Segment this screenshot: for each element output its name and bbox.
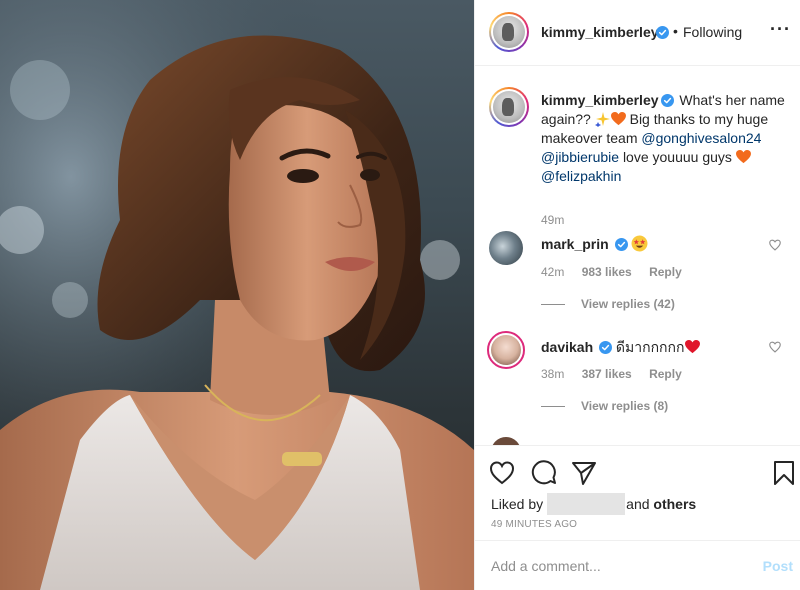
post-timestamp: 49 MINUTES AGO bbox=[491, 519, 578, 530]
commenter-avatar[interactable] bbox=[487, 331, 525, 369]
orange-heart-emoji-icon bbox=[610, 112, 626, 126]
star-struck-emoji-icon bbox=[632, 235, 648, 252]
like-heart-icon[interactable] bbox=[489, 460, 515, 486]
author-username[interactable]: kimmy_kimberley bbox=[541, 24, 659, 40]
replies-divider bbox=[541, 304, 565, 305]
others-link[interactable]: others bbox=[653, 496, 696, 512]
comment-bubble-icon[interactable] bbox=[531, 460, 557, 486]
commenter-avatar[interactable] bbox=[489, 231, 523, 265]
reply-button[interactable]: Reply bbox=[649, 367, 682, 381]
comment-meta: 38m 387 likes Reply bbox=[541, 367, 696, 381]
like-comment-heart-icon[interactable] bbox=[769, 239, 781, 251]
reply-button[interactable]: Reply bbox=[649, 265, 682, 279]
commenter-avatar[interactable] bbox=[491, 437, 521, 445]
comment-likes[interactable]: 387 likes bbox=[582, 367, 632, 381]
verified-badge-icon bbox=[660, 94, 674, 107]
author-avatar[interactable] bbox=[489, 12, 529, 52]
post-photo[interactable] bbox=[0, 0, 474, 590]
comment-text: ดีมากกกกก bbox=[615, 339, 685, 355]
orange-heart-emoji-icon bbox=[735, 150, 751, 164]
commenter-username[interactable]: davikah bbox=[541, 339, 593, 355]
and-label: and bbox=[626, 496, 650, 512]
comments-section[interactable]: kimmy_kimberley What's her name again?? … bbox=[475, 67, 800, 445]
liked-by-text: Liked by and others bbox=[491, 493, 696, 515]
view-replies-button[interactable]: View replies (42) bbox=[541, 297, 675, 311]
view-replies-button[interactable]: View replies (8) bbox=[541, 399, 668, 413]
caption-text: kimmy_kimberley What's her name again?? … bbox=[541, 91, 800, 186]
following-button[interactable]: Following bbox=[683, 24, 742, 40]
caption-timestamp: 49m bbox=[541, 213, 565, 227]
comment-meta: 42m 983 likes Reply bbox=[541, 265, 696, 279]
comment-body: mark_prin bbox=[541, 235, 761, 252]
caption-username[interactable]: kimmy_kimberley bbox=[541, 92, 659, 108]
replies-divider bbox=[541, 406, 565, 407]
comment-body: davikah ดีมากกกกก bbox=[541, 337, 761, 359]
separator-dot: • bbox=[673, 23, 678, 39]
mention-link[interactable]: @felizpakhin bbox=[541, 168, 621, 184]
caption-text-3: love youuuu guys bbox=[622, 149, 732, 165]
caption-avatar[interactable] bbox=[489, 87, 529, 127]
mention-link[interactable]: @jibbierubie bbox=[541, 149, 619, 165]
liked-by-label: Liked by bbox=[491, 496, 544, 512]
sparkles-emoji-icon bbox=[594, 112, 610, 127]
verified-badge-icon bbox=[599, 341, 613, 354]
more-horizontal-icon[interactable]: ··· bbox=[770, 20, 791, 38]
commenter-username[interactable]: mark_prin bbox=[541, 236, 609, 252]
add-comment-bar: Post bbox=[475, 540, 800, 590]
view-replies-label[interactable]: View replies (42) bbox=[581, 297, 675, 311]
like-comment-heart-icon[interactable] bbox=[769, 341, 781, 353]
comment-item-partial bbox=[489, 435, 789, 445]
verified-badge-icon bbox=[614, 238, 628, 251]
comment-likes[interactable]: 983 likes bbox=[582, 265, 632, 279]
post-actions: Liked by and others 49 MINUTES AGO bbox=[475, 445, 800, 540]
comment-time: 42m bbox=[541, 265, 565, 279]
view-replies-label[interactable]: View replies (8) bbox=[581, 399, 668, 413]
portrait-illustration bbox=[0, 0, 474, 590]
add-comment-input[interactable] bbox=[491, 555, 731, 577]
post-comment-button[interactable]: Post bbox=[763, 558, 793, 574]
save-bookmark-icon[interactable] bbox=[771, 460, 797, 486]
verified-badge-icon bbox=[656, 26, 669, 39]
redacted-username bbox=[547, 493, 626, 515]
post-panel: kimmy_kimberley • Following ··· kimmy_ki… bbox=[474, 0, 800, 590]
share-send-icon[interactable] bbox=[571, 460, 597, 486]
mention-link[interactable]: @gonghivesalon24 bbox=[641, 130, 761, 146]
post-header: kimmy_kimberley • Following ··· bbox=[475, 0, 800, 66]
comment-time: 38m bbox=[541, 367, 565, 381]
red-heart-emoji-icon bbox=[684, 340, 700, 354]
